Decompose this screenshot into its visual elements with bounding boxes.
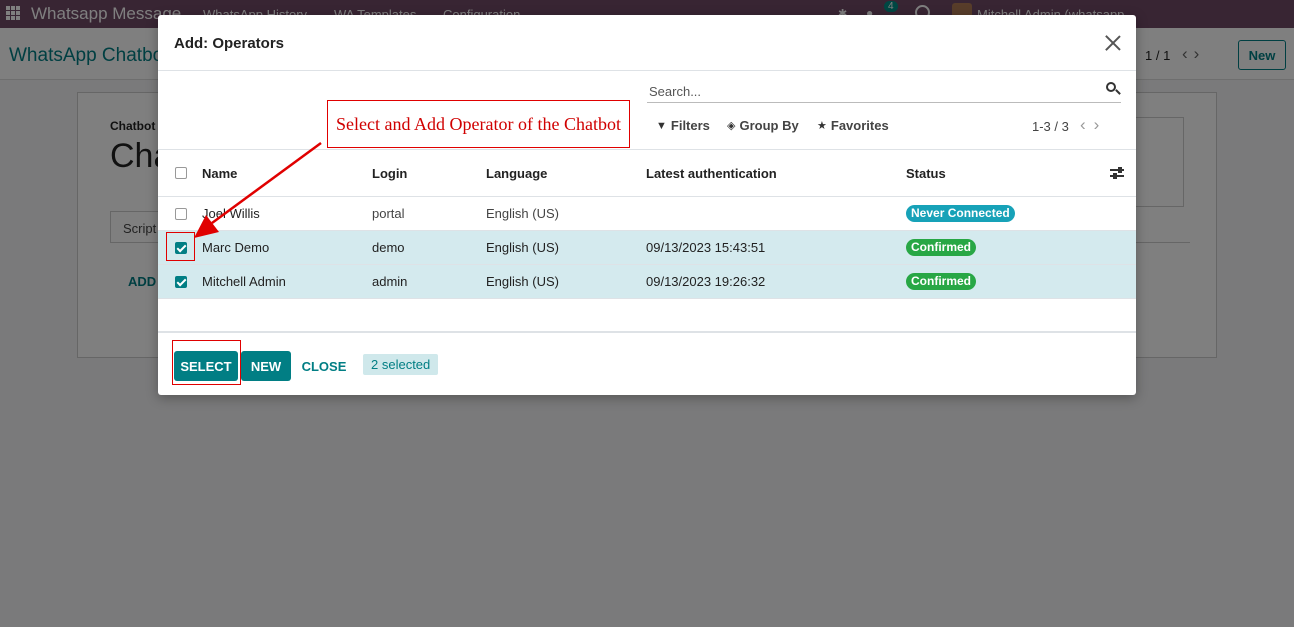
annotation-arrow-icon [194, 141, 322, 238]
